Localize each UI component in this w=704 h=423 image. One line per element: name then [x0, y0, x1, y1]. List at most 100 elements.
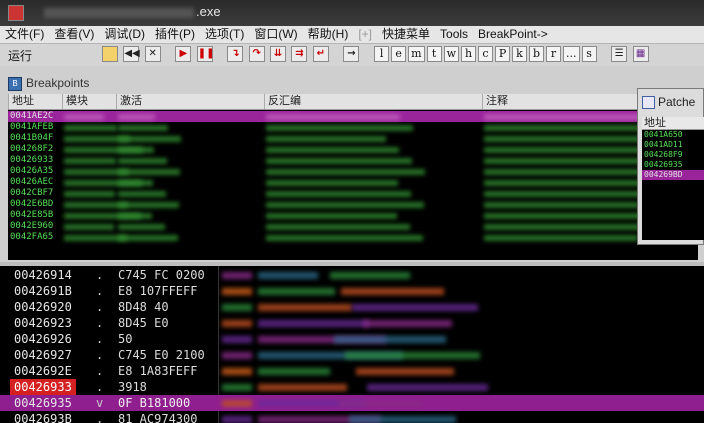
- menu-item[interactable]: BreakPoint->: [473, 26, 553, 43]
- breakpoint-row[interactable]: 0042E6BD: [8, 199, 698, 210]
- menu-item[interactable]: Tools: [435, 26, 473, 43]
- breakpoints-list[interactable]: 0041AE2C 0041AFEB 0041B04F 004268F2 00426933…: [8, 110, 698, 260]
- redacted-cell: [484, 202, 639, 208]
- breakpoint-row[interactable]: 0042E960: [8, 221, 698, 232]
- patches-window: Patche 地址 0041A650 0041AD11 004268F9 004269…: [637, 88, 704, 245]
- window-button[interactable]: l: [374, 46, 390, 62]
- disassembly-row[interactable]: 00426920. 8D48 40: [0, 299, 704, 315]
- breakpoint-address: 0041AFEB: [10, 122, 54, 132]
- breakpoints-column[interactable]: 地址: [8, 94, 62, 109]
- breakpoint-address: 004268F2: [10, 144, 54, 154]
- window-button[interactable]: b: [529, 46, 545, 62]
- menu-item[interactable]: [+]: [353, 26, 377, 43]
- window-button[interactable]: c: [478, 46, 494, 62]
- disassembly-pane[interactable]: 00426914. C745 FC 0200 0042691B. E8 107FFEF…: [0, 266, 704, 423]
- pause-icon[interactable]: ❚❚: [196, 46, 214, 62]
- window-button[interactable]: e: [391, 46, 407, 62]
- redacted-disassembly: [222, 320, 252, 327]
- ollydbg-app-icon[interactable]: [8, 5, 24, 21]
- step-over-icon[interactable]: ↷: [248, 46, 265, 62]
- redacted-disassembly: [222, 416, 252, 423]
- breakpoint-row[interactable]: 0042CBF7: [8, 188, 698, 199]
- breakpoint-address: 00426A35: [10, 166, 54, 176]
- window-button[interactable]: w: [443, 46, 460, 62]
- disassembly-row[interactable]: 00426927. C745 E0 2100: [0, 347, 704, 363]
- disassembly-row[interactable]: 00426923. 8D45 E0: [0, 315, 704, 331]
- patches-list[interactable]: 0041A650 0041AD11 004268F9 00426935 004269BD: [642, 130, 704, 240]
- redacted-cell: [64, 114, 104, 120]
- patch-row[interactable]: 00426935: [642, 160, 704, 170]
- close-icon[interactable]: ✕: [144, 46, 161, 62]
- menu-bar: 文件(F) 查看(V) 调试(D) 插件(P) 选项(T) 窗口(W) 帮助(H) [+] 快捷…: [0, 26, 704, 44]
- redacted-cell: [266, 147, 399, 153]
- redacted-cell: [266, 125, 413, 131]
- window-button[interactable]: m: [408, 46, 425, 62]
- run-icon[interactable]: ▶: [175, 46, 192, 62]
- instruction-hex: 8D48 40: [118, 300, 169, 314]
- patch-row[interactable]: 004269BD: [642, 170, 704, 180]
- menu-item[interactable]: 快捷菜单: [377, 26, 435, 43]
- patch-row[interactable]: 0041A650: [642, 130, 704, 140]
- menu-item[interactable]: 帮助(H): [303, 26, 354, 43]
- go-to-address-icon[interactable]: →: [343, 46, 360, 62]
- instruction-address: 00426935: [10, 395, 76, 411]
- menu-item[interactable]: 窗口(W): [249, 26, 302, 43]
- breakpoint-row[interactable]: 00426A35: [8, 166, 698, 177]
- options-icon[interactable]: ▦: [632, 46, 649, 62]
- menu-item[interactable]: 查看(V): [49, 26, 99, 43]
- menu-item[interactable]: 文件(F): [0, 26, 49, 43]
- disassembly-row[interactable]: 00426935 v 0F B181000: [0, 395, 704, 411]
- redacted-disassembly: [222, 352, 252, 359]
- redacted-disassembly: [258, 272, 318, 279]
- disassembly-row[interactable]: 0042692E. E8 1A83FEFF: [0, 363, 704, 379]
- restart-icon[interactable]: ◀◀: [123, 46, 140, 62]
- patch-row[interactable]: 0041AD11: [642, 140, 704, 150]
- breakpoint-row[interactable]: 0041AE2C: [8, 111, 698, 122]
- patches-address-column[interactable]: 地址: [644, 117, 666, 129]
- execute-till-return-icon[interactable]: ↵: [312, 46, 329, 62]
- redacted-cell: [484, 114, 655, 120]
- trace-into-icon[interactable]: ⇊: [270, 46, 287, 62]
- redacted-cell: [118, 125, 168, 131]
- open-file-icon[interactable]: [102, 46, 118, 62]
- redacted-cell: [484, 169, 640, 175]
- disassembly-row[interactable]: 00426914. C745 FC 0200: [0, 267, 704, 283]
- breakpoint-row[interactable]: 004268F2: [8, 144, 698, 155]
- redacted-cell: [266, 191, 411, 197]
- breakpoint-row[interactable]: 00426AEC: [8, 177, 698, 188]
- window-button[interactable]: ...: [563, 46, 580, 62]
- window-button[interactable]: P: [495, 46, 511, 62]
- step-into-icon[interactable]: ↴: [227, 46, 244, 62]
- menu-item[interactable]: 调试(D): [99, 26, 150, 43]
- window-button[interactable]: h: [461, 46, 477, 62]
- redacted-disassembly: [222, 288, 252, 295]
- window-shortcut-buttons: l e m t w h c Pk b r... s: [374, 46, 598, 65]
- redacted-cell: [266, 169, 425, 175]
- breakpoint-row[interactable]: 0041AFEB: [8, 122, 698, 133]
- patch-row[interactable]: 004268F9: [642, 150, 704, 160]
- patches-window-icon: [642, 96, 655, 110]
- disassembly-row[interactable]: 0042691B. E8 107FFEFF: [0, 283, 704, 299]
- list-view-icon[interactable]: ☰: [611, 46, 628, 62]
- breakpoint-row[interactable]: 00426933: [8, 155, 698, 166]
- window-button[interactable]: r: [546, 46, 562, 62]
- menu-item[interactable]: 插件(P): [150, 26, 200, 43]
- redacted-cell: [118, 235, 178, 241]
- breakpoint-row[interactable]: 0042FA65: [8, 232, 698, 243]
- breakpoints-column[interactable]: 激活: [116, 94, 264, 109]
- disassembly-row[interactable]: 0042693B. 81 AC974300: [0, 411, 704, 423]
- breakpoint-row[interactable]: 0042E85B: [8, 210, 698, 221]
- window-button[interactable]: k: [512, 46, 528, 62]
- window-button[interactable]: s: [581, 46, 597, 62]
- breakpoints-column[interactable]: 反汇编: [264, 94, 482, 109]
- redacted-cell: [64, 158, 116, 164]
- disassembly-row[interactable]: 00426926. 50: [0, 331, 704, 347]
- window-button[interactable]: t: [426, 46, 442, 62]
- trace-over-icon[interactable]: ⇉: [291, 46, 308, 62]
- menu-item[interactable]: 选项(T): [200, 26, 249, 43]
- breakpoint-address: 0042E85B: [10, 210, 54, 220]
- disassembly-row[interactable]: 00426933. 3918: [0, 379, 704, 395]
- redacted-cell: [118, 158, 167, 164]
- breakpoints-column[interactable]: 模块: [62, 94, 116, 109]
- breakpoint-row[interactable]: 0041B04F: [8, 133, 698, 144]
